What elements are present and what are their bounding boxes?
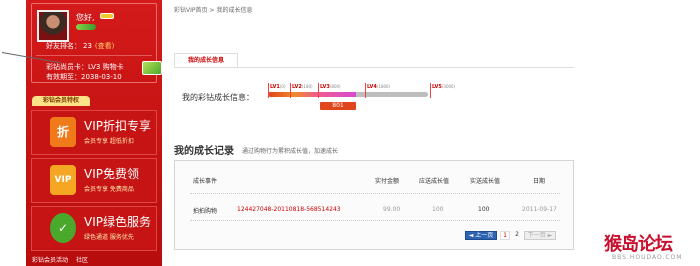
column-header-event: 成长事件 xyxy=(193,178,218,185)
level-lv1: LV1(0) xyxy=(270,84,286,90)
records-title: 我的成长记录 xyxy=(174,146,234,157)
divider xyxy=(36,55,152,56)
level-lv2: LV2(180) xyxy=(292,84,313,90)
growth-label: 我的彩钻成长信息： xyxy=(182,93,254,102)
friend-rank: 好友排名： 23 (查看) xyxy=(46,41,114,51)
page-1-button[interactable]: 1 xyxy=(500,231,510,240)
friend-rank-label: 好友排名： xyxy=(46,42,81,50)
promo-title: VIP折扣专享 xyxy=(84,119,151,133)
promo-title: VIP绿色服务 xyxy=(84,215,151,229)
level-badge-icon xyxy=(100,13,114,19)
member-card-text: 彩钻尚员卡：LV3 购物卡 xyxy=(46,63,124,71)
column-header-due: 应送成长值 xyxy=(419,178,450,185)
tab-divider xyxy=(174,67,574,68)
page-2-button[interactable]: 2 xyxy=(512,231,522,240)
divider xyxy=(190,220,560,221)
watermark-title: 猴岛论坛 xyxy=(604,234,673,255)
divider xyxy=(190,193,560,194)
promo-subtitle: 会员专享 免费商品 xyxy=(84,186,134,193)
next-page-button[interactable]: 下一页 ► xyxy=(524,231,556,240)
discount-icon: 折 xyxy=(50,117,76,147)
user-info-box: 您好, 好友排名： 23 (查看) 彩钻尚员卡：LV3 购物卡 有效期至：2038-… xyxy=(31,3,162,83)
cell-date: 2011-09-17 xyxy=(522,206,557,213)
level-lv3: LV3(800) xyxy=(320,84,341,90)
promo-subtitle: 会员专享 超低折扣 xyxy=(84,138,134,145)
cell-order-link[interactable]: 124427048-20110818-568514243 xyxy=(237,206,341,213)
level-tick xyxy=(318,83,319,98)
level-tick xyxy=(430,83,431,98)
level-tick xyxy=(268,83,269,98)
cell-given: 100 xyxy=(478,206,490,213)
tab-growth-info[interactable]: 我的成长信息 xyxy=(174,53,238,67)
growth-progress-fill xyxy=(268,92,356,97)
cell-event: 拍拍购物 xyxy=(193,208,218,215)
privilege-tab[interactable]: 彩钻会员特权 xyxy=(32,96,90,106)
vip-activity-link[interactable]: 彩钻会员活动 xyxy=(32,257,68,264)
promo-vip-green[interactable]: ✓ VIP绿色服务 绿色通道 服务优先 xyxy=(31,206,157,251)
growth-progress-bar xyxy=(268,92,428,97)
level-lv5: LV5(3000) xyxy=(432,84,456,90)
green-service-icon: ✓ xyxy=(50,213,76,243)
level-lv4: LV4(1800) xyxy=(367,84,391,90)
view-rank-link[interactable]: (查看) xyxy=(95,42,114,50)
cell-due: 100 xyxy=(432,206,444,213)
vip-gift-icon: VIP xyxy=(50,165,76,195)
column-header-paid: 实付金额 xyxy=(375,178,400,185)
community-link[interactable]: 社区 xyxy=(76,257,88,264)
promo-vip-free[interactable]: VIP VIP免费领 会员专享 免费商品 xyxy=(31,158,157,203)
cell-paid: 99.00 xyxy=(383,206,401,213)
records-hint: 通过购物行为累积成长值，加速成长 xyxy=(242,148,339,155)
vip-badge-icon xyxy=(76,24,96,30)
breadcrumb-separator: > xyxy=(209,7,215,14)
greeting-text: 您好, xyxy=(76,13,95,22)
chevron-right-icon: › xyxy=(351,100,356,111)
level-tick xyxy=(365,83,366,98)
member-card-icon xyxy=(142,61,162,75)
friend-rank-value: 23 xyxy=(83,42,92,50)
expiry-text: 有效期至：2038-03-10 xyxy=(46,73,122,81)
sidebar-footer: 彩钻会员活动 社区 xyxy=(32,255,96,264)
level-tick xyxy=(290,83,291,98)
breadcrumb: 彩钻VIP首页 > 我的成长信息 xyxy=(174,5,253,14)
breadcrumb-current: 我的成长信息 xyxy=(216,7,253,14)
breadcrumb-home-link[interactable]: 彩钻VIP首页 xyxy=(174,7,208,14)
avatar[interactable] xyxy=(37,10,69,42)
watermark-url: BBS.HOUDAO.COM xyxy=(612,254,683,261)
sidebar: 您好, 好友排名： 23 (查看) 彩钻尚员卡：LV3 购物卡 有效期至：2038-… xyxy=(26,0,162,266)
promo-title: VIP免费领 xyxy=(84,167,139,181)
column-header-date: 日期 xyxy=(533,178,546,185)
column-header-given: 实送成长值 xyxy=(470,178,501,185)
prev-page-button[interactable]: ◄ 上一页 xyxy=(465,231,497,240)
promo-subtitle: 绿色通道 服务优先 xyxy=(84,234,134,241)
promo-vip-discount[interactable]: 折 VIP折扣专享 会员专享 超低折扣 xyxy=(31,110,157,155)
